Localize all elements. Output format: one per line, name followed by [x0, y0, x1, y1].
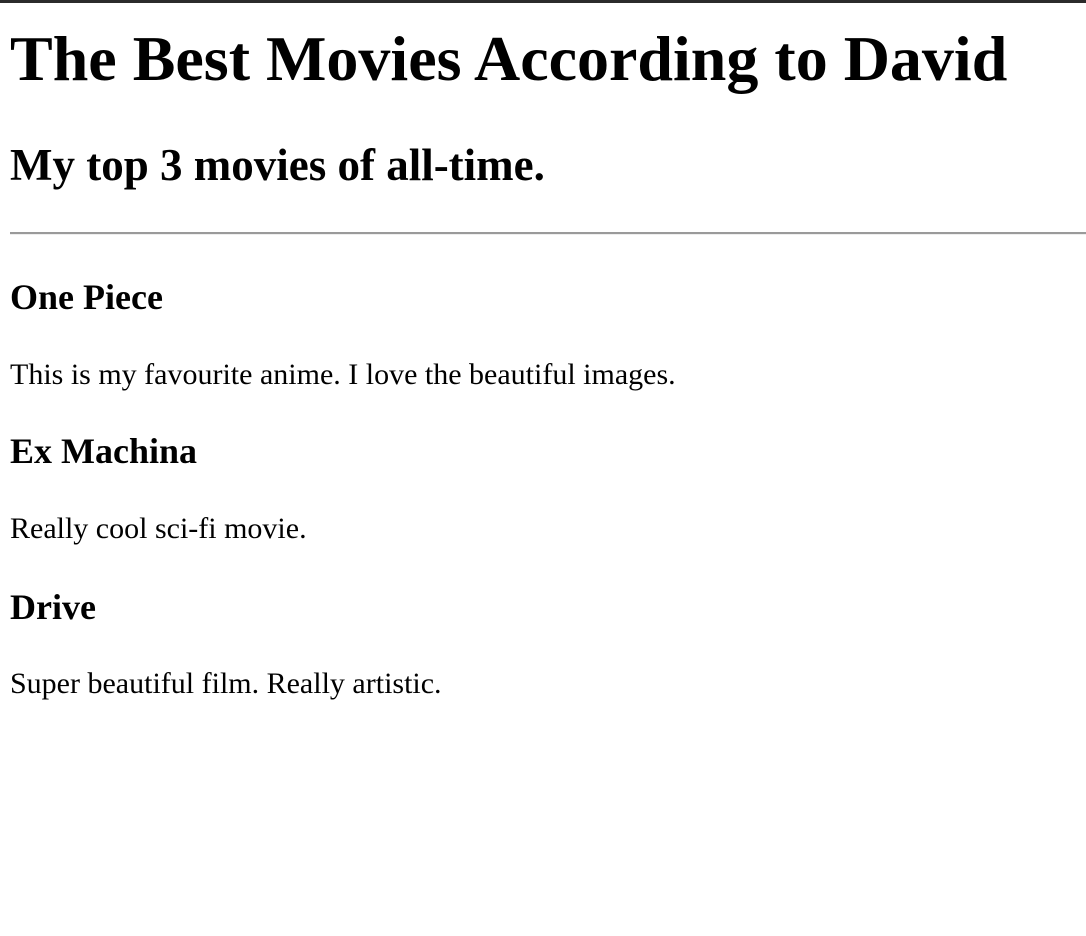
movie-title-ex-machina: Ex Machina [10, 431, 198, 471]
movie-title-drive: Drive [10, 587, 96, 627]
page-title: The Best Movies According to David [10, 23, 1008, 94]
page-subtitle: My top 3 movies of all-time. [10, 140, 545, 190]
movie-title-one-piece: One Piece [10, 277, 163, 317]
divider [10, 232, 1086, 235]
movie-description-one-piece: This is my favourite anime. I love the b… [10, 358, 676, 391]
movie-description-drive: Super beautiful film. Really artistic. [10, 667, 442, 700]
movie-description-ex-machina: Really cool sci-fi movie. [10, 512, 307, 545]
